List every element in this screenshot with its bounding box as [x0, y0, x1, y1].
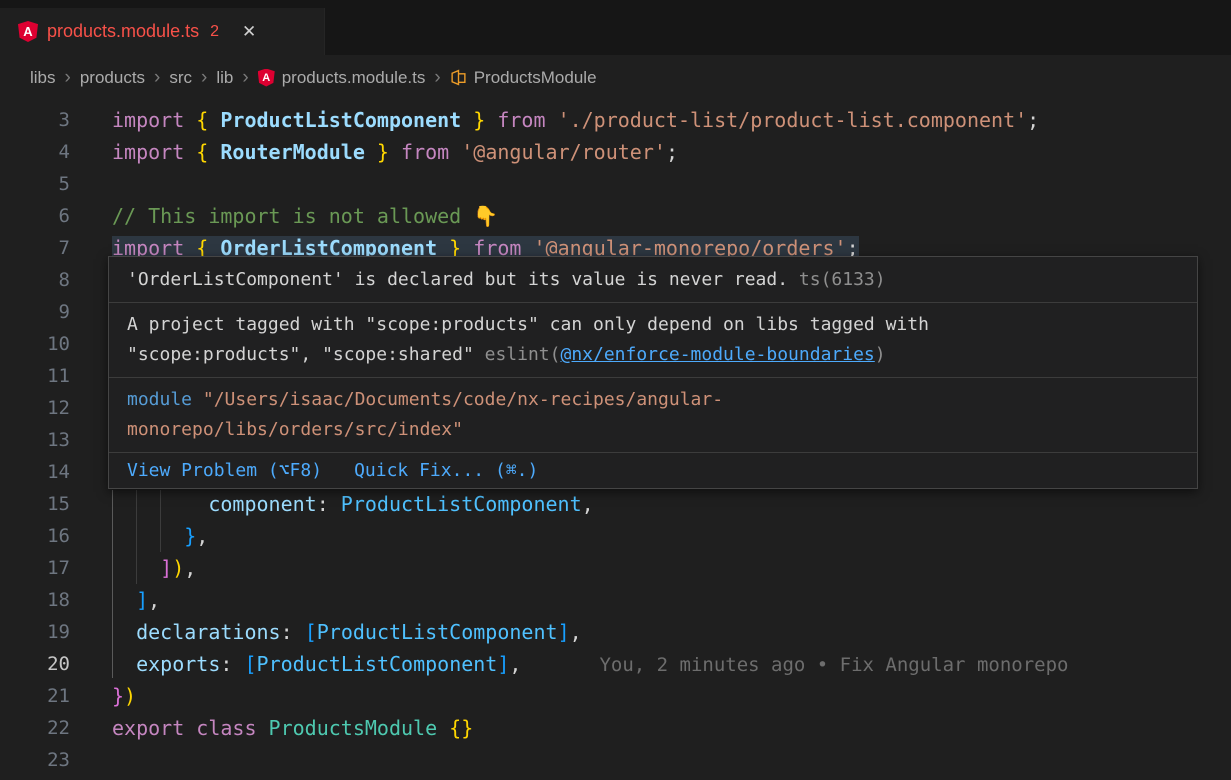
- code-line-5[interactable]: 5: [0, 168, 1231, 200]
- line-number[interactable]: 4: [0, 136, 70, 168]
- quick-fix-button[interactable]: Quick Fix... (⌘.): [354, 457, 538, 484]
- line-number[interactable]: 13: [0, 424, 70, 456]
- code-line-21[interactable]: 21}): [0, 680, 1231, 712]
- code-line-4[interactable]: 4 import { RouterModule } from '@angular/…: [0, 136, 1231, 168]
- indent-guide: [160, 490, 161, 552]
- line-number[interactable]: 15: [0, 488, 70, 520]
- code-line-20[interactable]: 20 exports: [ProductListComponent],You, …: [0, 648, 1231, 680]
- breadcrumb-item-symbol[interactable]: ProductsModule: [450, 68, 597, 88]
- breadcrumb-symbol-label: ProductsModule: [474, 68, 597, 88]
- chevron-right-icon: ›: [241, 67, 249, 89]
- eslint-rule-prefix: eslint(: [485, 344, 561, 365]
- code-line-19[interactable]: 19 declarations: [ProductListComponent],: [0, 616, 1231, 648]
- code-line-3[interactable]: 3 import { ProductListComponent } from '.…: [0, 104, 1231, 136]
- ts-error-message: 'OrderListComponent' is declared but its…: [109, 257, 1197, 302]
- code-line-22[interactable]: 22 export class ProductsModule {}: [0, 712, 1231, 744]
- module-path-line1: "/Users/isaac/Documents/code/nx-recipes/…: [192, 389, 723, 410]
- angular-icon: A: [258, 69, 275, 87]
- line-number[interactable]: 5: [0, 168, 70, 200]
- tab-problem-count-badge: 2: [210, 23, 219, 41]
- line-number[interactable]: 8: [0, 264, 70, 296]
- line-number[interactable]: 19: [0, 616, 70, 648]
- code-text: exports: [ProductListComponent],You, 2 m…: [112, 648, 1068, 680]
- chevron-right-icon: ›: [153, 67, 161, 89]
- breadcrumb-item-file[interactable]: A products.module.ts: [258, 68, 426, 88]
- tab-products-module[interactable]: A products.module.ts 2 ✕: [0, 8, 325, 55]
- line-number[interactable]: 21: [0, 680, 70, 712]
- hover-tooltip: 'OrderListComponent' is declared but its…: [108, 256, 1198, 489]
- code-text: }): [112, 680, 136, 712]
- line-number[interactable]: 20: [0, 648, 70, 680]
- line-number[interactable]: 22: [0, 712, 70, 744]
- angular-icon: A: [18, 21, 38, 42]
- eslint-rule-suffix: ): [875, 344, 886, 365]
- vscode-editor-window: A products.module.ts 2 ✕ libs › products…: [0, 0, 1231, 780]
- module-keyword: module: [127, 389, 192, 410]
- eslint-rule-link[interactable]: @nx/enforce-module-boundaries: [560, 344, 874, 365]
- code-text: import { ProductListComponent } from './…: [112, 104, 1039, 136]
- line-number[interactable]: 12: [0, 392, 70, 424]
- breadcrumb-item-libs[interactable]: libs: [30, 68, 56, 88]
- code-text: declarations: [ProductListComponent],: [112, 616, 582, 648]
- indent-guide: [136, 490, 137, 584]
- breadcrumb-item-src[interactable]: src: [169, 68, 192, 88]
- line-number[interactable]: 23: [0, 744, 70, 776]
- line-number[interactable]: 16: [0, 520, 70, 552]
- line-number[interactable]: 6: [0, 200, 70, 232]
- breadcrumb: libs › products › src › lib › A products…: [0, 55, 1231, 100]
- line-number[interactable]: 10: [0, 328, 70, 360]
- module-path-line2: monorepo/libs/orders/src/index": [127, 415, 1179, 445]
- code-line-15[interactable]: 15 component: ProductListComponent,: [0, 488, 1231, 520]
- line-number[interactable]: 3: [0, 104, 70, 136]
- git-blame-annotation: You, 2 minutes ago • Fix Angular monorep…: [599, 654, 1068, 676]
- code-text: import { RouterModule } from '@angular/r…: [112, 136, 678, 168]
- breadcrumb-item-lib[interactable]: lib: [216, 68, 233, 88]
- ts-error-code: ts(6133): [788, 269, 886, 290]
- chevron-right-icon: ›: [200, 67, 208, 89]
- line-number[interactable]: 18: [0, 584, 70, 616]
- ts-error-text: 'OrderListComponent' is declared but its…: [127, 269, 788, 290]
- indent-guide: [112, 490, 113, 678]
- line-number[interactable]: 7: [0, 232, 70, 264]
- code-text: // This import is not allowed 👇: [112, 200, 498, 232]
- line-number[interactable]: 9: [0, 296, 70, 328]
- code-text: component: ProductListComponent,: [112, 488, 594, 520]
- module-path: module "/Users/isaac/Documents/code/nx-r…: [109, 378, 1197, 452]
- tab-title: products.module.ts: [47, 21, 199, 42]
- chevron-right-icon: ›: [64, 67, 72, 89]
- breadcrumb-item-products[interactable]: products: [80, 68, 145, 88]
- eslint-error-line1: A project tagged with "scope:products" c…: [127, 310, 1179, 340]
- line-number[interactable]: 11: [0, 360, 70, 392]
- eslint-error-line2: "scope:products", "scope:shared": [127, 344, 485, 365]
- code-text: ]),: [112, 552, 196, 584]
- chevron-right-icon: ›: [433, 67, 441, 89]
- code-text: export class ProductsModule {}: [112, 712, 473, 744]
- breadcrumb-file-label: products.module.ts: [282, 68, 426, 88]
- code-line-18[interactable]: 18 ],: [0, 584, 1231, 616]
- code-line-23[interactable]: 23: [0, 744, 1231, 776]
- close-icon[interactable]: ✕: [242, 22, 256, 42]
- hover-actions: View Problem (⌥F8) Quick Fix... (⌘.): [109, 453, 1197, 488]
- line-number[interactable]: 17: [0, 552, 70, 584]
- eslint-error-message: A project tagged with "scope:products" c…: [109, 303, 1197, 377]
- code-line-17[interactable]: 17 ]),: [0, 552, 1231, 584]
- code-line-6[interactable]: 6 // This import is not allowed 👇: [0, 200, 1231, 232]
- code-text: ],: [112, 584, 160, 616]
- view-problem-button[interactable]: View Problem (⌥F8): [127, 457, 322, 484]
- line-number[interactable]: 14: [0, 456, 70, 488]
- class-symbol-icon: [450, 69, 467, 86]
- tab-bar: A products.module.ts 2 ✕: [0, 0, 1231, 55]
- code-line-16[interactable]: 16 },: [0, 520, 1231, 552]
